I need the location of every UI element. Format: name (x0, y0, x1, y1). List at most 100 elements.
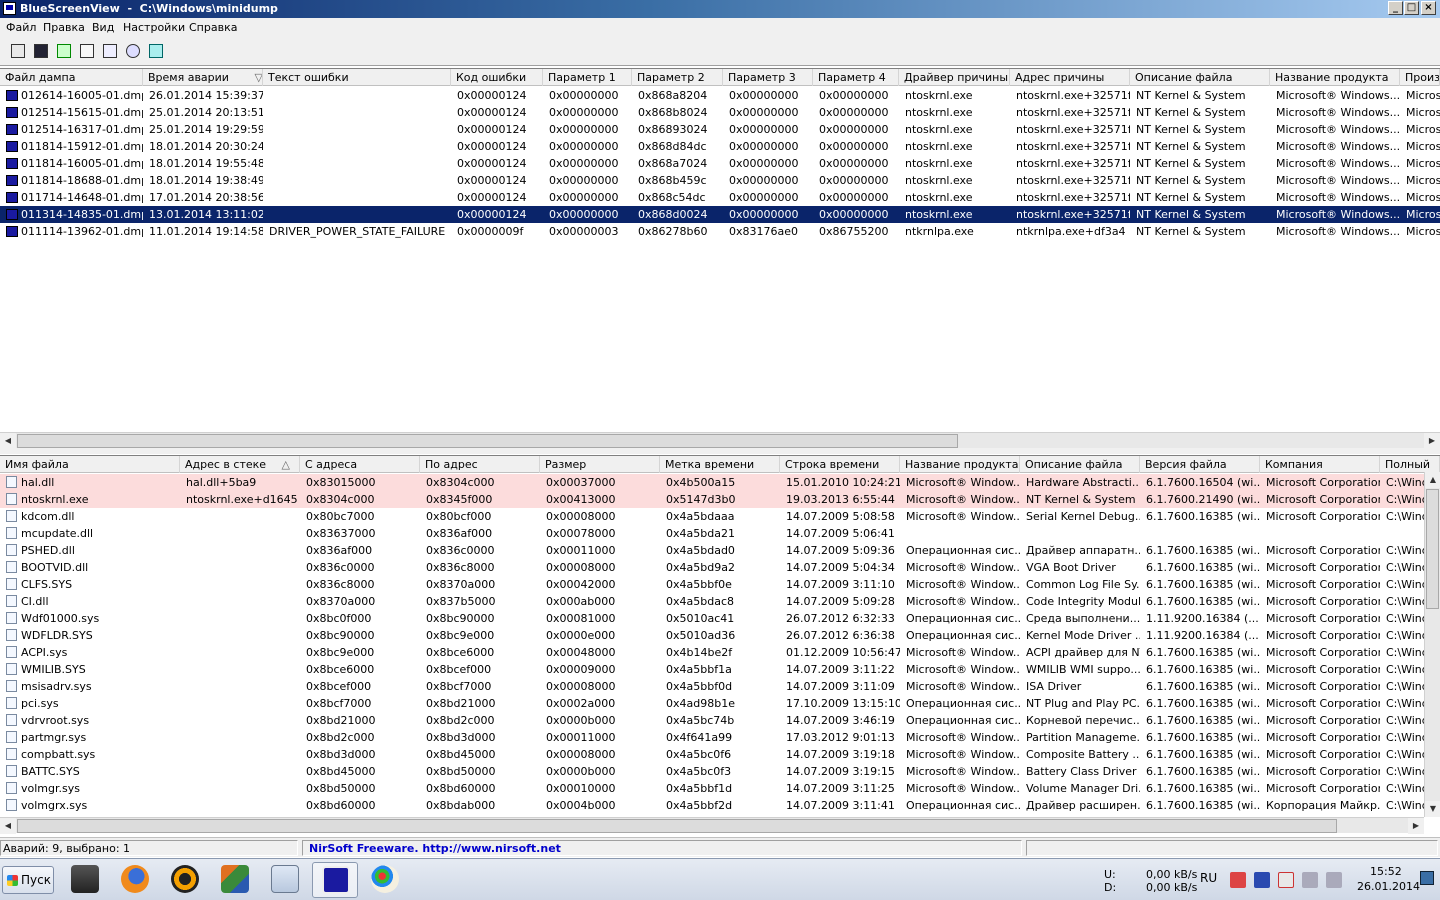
scroll-left-icon[interactable]: ◀ (0, 818, 16, 834)
driver-row[interactable]: Wdf01000.sys 0x8bc0f000 0x8bc90000 0x000810… (0, 610, 1440, 627)
find-icon[interactable] (124, 42, 142, 60)
crash-row[interactable]: 011814-18688-01.dmp 18.01.2014 19:38:49 0x… (0, 172, 1440, 189)
menu-edit[interactable]: Правка (43, 21, 85, 34)
driver-column-header[interactable]: По адрес (420, 456, 540, 473)
crash-column-header[interactable]: Драйвер причины (899, 69, 1010, 86)
driver-row[interactable]: partmgr.sys 0x8bd2c000 0x8bd3d000 0x0001100… (0, 729, 1440, 746)
crash-column-header[interactable]: Файл дампа (0, 69, 143, 86)
driver-list-hscrollbar[interactable]: ◀ ▶ (0, 817, 1424, 834)
driver-row[interactable]: WDFLDR.SYS 0x8bc90000 0x8bc9e000 0x0000e000… (0, 627, 1440, 644)
driver-column-header[interactable]: Адрес в стеке △ (180, 456, 300, 473)
paint-icon[interactable] (362, 862, 408, 898)
close-button[interactable]: × (1421, 1, 1436, 15)
crash-row[interactable]: 011814-15912-01.dmp 18.01.2014 20:30:24 0x… (0, 138, 1440, 155)
speaker-icon[interactable] (1230, 872, 1246, 888)
driver-row[interactable]: vdrvroot.sys 0x8bd21000 0x8bd2c000 0x0000b0… (0, 712, 1440, 729)
copy-icon[interactable] (78, 42, 96, 60)
scroll-up-icon[interactable]: ▲ (1425, 472, 1440, 488)
calculator-icon[interactable] (262, 862, 308, 898)
driver-row[interactable]: kdcom.dll 0x80bc7000 0x80bcf000 0x00008000 0… (0, 508, 1440, 525)
driver-row[interactable]: volmgr.sys 0x8bd50000 0x8bd60000 0x00010000… (0, 780, 1440, 797)
driver-list-vscrollbar[interactable]: ▲ ▼ (1424, 472, 1440, 817)
crash-column-header[interactable]: Параметр 3 (723, 69, 813, 86)
scroll-left-icon[interactable]: ◀ (0, 433, 16, 449)
properties-icon[interactable] (101, 42, 119, 60)
crash-row[interactable]: 012614-16005-01.dmp 26.01.2014 15:39:37 0x… (0, 87, 1440, 104)
explorer-icon[interactable] (62, 862, 108, 898)
driver-row[interactable]: compbatt.sys 0x8bd3d000 0x8bd45000 0x000080… (0, 746, 1440, 763)
network-icon[interactable] (1302, 872, 1318, 888)
crash-row[interactable]: 011114-13962-01.dmp 11.01.2014 19:14:58 DR… (0, 223, 1440, 240)
save-icon[interactable] (32, 42, 50, 60)
crash-row[interactable]: 011314-14835-01.dmp 13.01.2014 13:11:02 0x… (0, 206, 1440, 223)
crash-row[interactable]: 011714-14648-01.dmp 17.01.2014 20:38:56 0x… (0, 189, 1440, 206)
driver-row[interactable]: CLFS.SYS 0x836c8000 0x8370a000 0x00042000 0x… (0, 576, 1440, 593)
start-button[interactable]: Пуск (2, 866, 54, 894)
driver-row[interactable]: ntoskrnl.exe ntoskrnl.exe+d1645 0x8304c000… (0, 491, 1440, 508)
driver-column-header[interactable]: Метка времени (660, 456, 780, 473)
nirsoft-link[interactable]: NirSoft Freeware. http://www.nirsoft.net (302, 840, 1022, 856)
driver-column-header[interactable]: Строка времени (780, 456, 900, 473)
firefox-icon[interactable] (112, 862, 158, 898)
language-indicator[interactable]: RU (1200, 871, 1217, 885)
driver-row[interactable]: BOOTVID.dll 0x836c0000 0x836c8000 0x0000800… (0, 559, 1440, 576)
driver-row[interactable]: ACPI.sys 0x8bc9e000 0x8bce6000 0x00048000 0x… (0, 644, 1440, 661)
exit-icon[interactable] (147, 42, 165, 60)
volume-icon[interactable] (1326, 872, 1342, 888)
driver-row[interactable]: BATTC.SYS 0x8bd45000 0x8bd50000 0x0000b000 0… (0, 763, 1440, 780)
crash-column-header[interactable]: Время аварии ▽ (143, 69, 263, 86)
driver-row[interactable]: CI.dll 0x8370a000 0x837b5000 0x000ab000 0x4a… (0, 593, 1440, 610)
minimize-button[interactable]: _ (1388, 1, 1403, 15)
show-desktop-button[interactable] (1420, 871, 1434, 885)
driver-row[interactable]: WMILIB.SYS 0x8bce6000 0x8bcef000 0x00009000… (0, 661, 1440, 678)
driver-column-header[interactable]: Размер (540, 456, 660, 473)
menu-view[interactable]: Вид (92, 21, 114, 34)
driver-column-header[interactable]: С адреса (300, 456, 420, 473)
zonealarm-icon[interactable] (1254, 872, 1270, 888)
driver-row[interactable]: mcupdate.dll 0x83637000 0x836af000 0x000780… (0, 525, 1440, 542)
html-report-icon[interactable] (9, 42, 27, 60)
clock-date[interactable]: 26.01.2014 (1357, 880, 1420, 893)
avast-icon[interactable] (162, 862, 208, 898)
scroll-right-icon[interactable]: ▶ (1424, 433, 1440, 449)
menu-file[interactable]: Файл (6, 21, 36, 34)
driver-row[interactable]: hal.dll hal.dll+5ba9 0x83015000 0x8304c000 0… (0, 474, 1440, 491)
menu-help[interactable]: Справка (189, 21, 237, 34)
crash-column-header[interactable]: Параметр 4 (813, 69, 899, 86)
driver-column-header[interactable]: Версия файла (1140, 456, 1260, 473)
crash-row[interactable]: 012514-16317-01.dmp 25.01.2014 19:29:59 0x… (0, 121, 1440, 138)
scrollbar-thumb[interactable] (1426, 489, 1439, 609)
crash-column-header[interactable]: Параметр 1 (543, 69, 632, 86)
scroll-down-icon[interactable]: ▼ (1425, 801, 1440, 817)
crash-column-header[interactable]: Произв (1400, 69, 1440, 86)
driver-row[interactable]: PSHED.dll 0x836af000 0x836c0000 0x00011000 0… (0, 542, 1440, 559)
crash-column-header[interactable]: Код ошибки (451, 69, 543, 86)
scrollbar-thumb[interactable] (17, 819, 1337, 833)
office-icon[interactable] (212, 862, 258, 898)
clock-time[interactable]: 15:52 (1370, 865, 1402, 878)
scroll-right-icon[interactable]: ▶ (1408, 818, 1424, 834)
crash-column-header[interactable]: Описание файла (1130, 69, 1270, 86)
action-center-icon[interactable] (1278, 872, 1294, 888)
refresh-icon[interactable] (55, 42, 73, 60)
scrollbar-thumb[interactable] (17, 434, 958, 448)
driver-column-header[interactable]: Описание файла (1020, 456, 1140, 473)
driver-column-header[interactable]: Имя файла (0, 456, 180, 473)
crash-list-hscrollbar[interactable]: ◀ ▶ (0, 432, 1440, 449)
crash-column-header[interactable]: Текст ошибки (263, 69, 451, 86)
crash-column-header[interactable]: Параметр 2 (632, 69, 723, 86)
driver-column-header[interactable]: Полный (1380, 456, 1440, 473)
splitter[interactable] (0, 448, 1440, 454)
crash-row[interactable]: 012514-15615-01.dmp 25.01.2014 20:13:51 0x… (0, 104, 1440, 121)
crash-row[interactable]: 011814-16005-01.dmp 18.01.2014 19:55:48 0x… (0, 155, 1440, 172)
menu-settings[interactable]: Настройки (123, 21, 185, 34)
driver-column-header[interactable]: Компания (1260, 456, 1380, 473)
crash-column-header[interactable]: Адрес причины (1010, 69, 1130, 86)
driver-row[interactable]: pci.sys 0x8bcf7000 0x8bd21000 0x0002a000 0x4… (0, 695, 1440, 712)
maximize-button[interactable]: □ (1404, 1, 1419, 15)
bluescreenview-icon[interactable] (312, 862, 358, 898)
crash-column-header[interactable]: Название продукта (1270, 69, 1400, 86)
driver-row[interactable]: msisadrv.sys 0x8bcef000 0x8bcf7000 0x000080… (0, 678, 1440, 695)
driver-row[interactable]: volmgrx.sys 0x8bd60000 0x8bdab000 0x0004b00… (0, 797, 1440, 814)
driver-column-header[interactable]: Название продукта (900, 456, 1020, 473)
